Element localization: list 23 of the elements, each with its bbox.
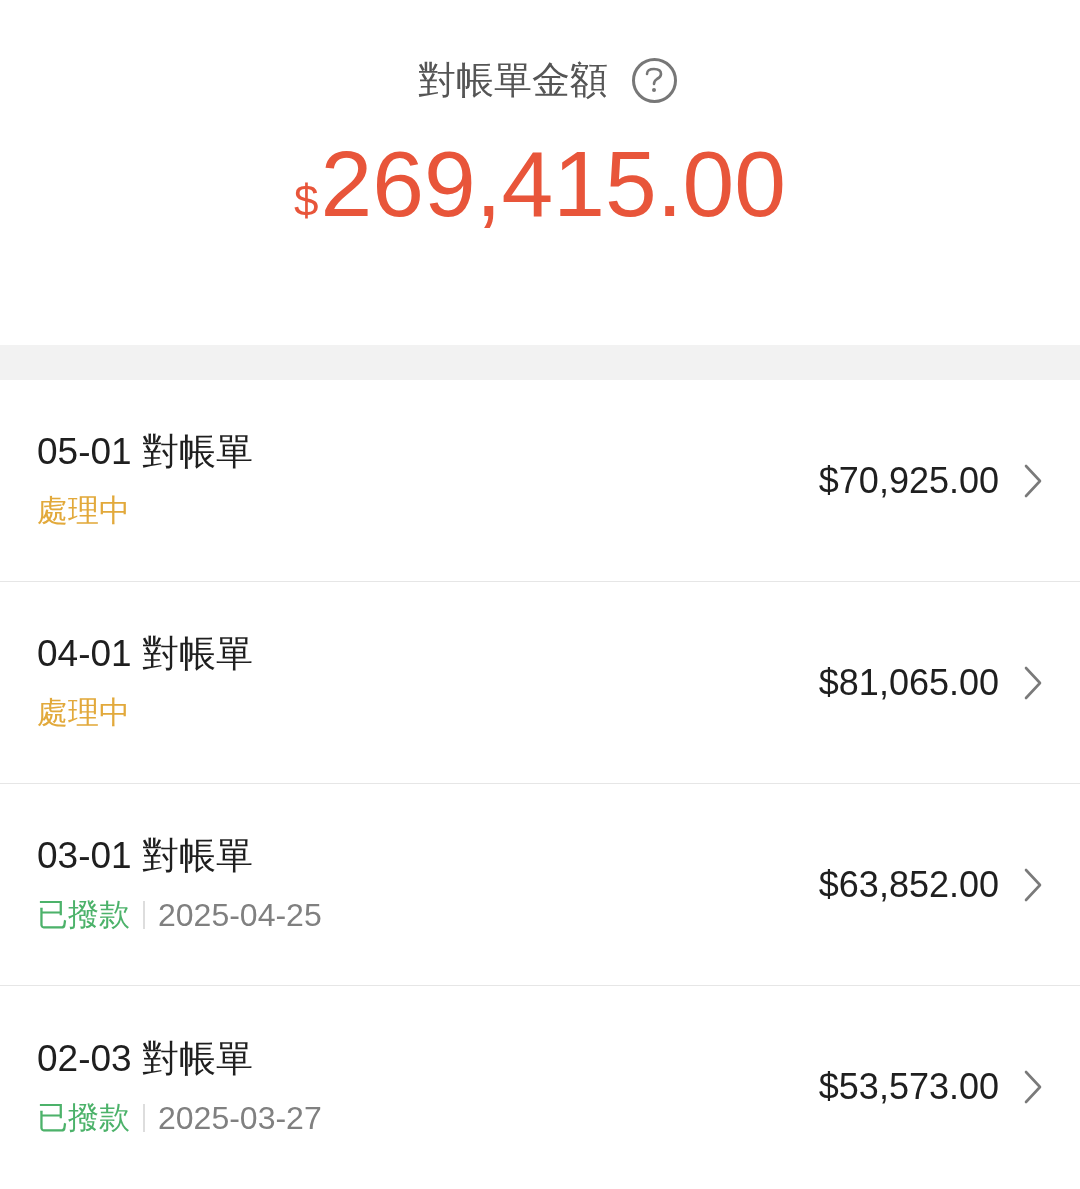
total-amount: 269,415.00 bbox=[320, 131, 786, 238]
status-label: 已撥款 bbox=[37, 896, 130, 934]
statement-amount: $53,573.00 bbox=[818, 1065, 999, 1109]
statement-title: 04-01 對帳單 bbox=[37, 632, 253, 676]
currency-symbol: $ bbox=[294, 179, 319, 223]
statement-amount: $63,852.00 bbox=[818, 862, 999, 907]
status-label: 處理中 bbox=[37, 694, 130, 732]
chevron-right-icon bbox=[1024, 665, 1042, 700]
statement-title: 02-03 對帳單 bbox=[37, 1036, 253, 1081]
chevron-right-icon bbox=[1024, 867, 1042, 902]
question-icon bbox=[645, 67, 663, 93]
chevron-right-icon bbox=[1024, 463, 1042, 498]
payout-date: 2025-03-27 bbox=[158, 1098, 322, 1138]
statement-title: 03-01 對帳單 bbox=[37, 834, 253, 878]
amount-title: 對帳單金額 bbox=[417, 58, 608, 103]
statement-title: 05-01 對帳單 bbox=[37, 430, 253, 474]
help-button[interactable] bbox=[631, 57, 677, 103]
payout-date: 2025-04-25 bbox=[158, 896, 322, 935]
status-label: 已撥款 bbox=[37, 1098, 130, 1137]
statement-amount: $81,065.00 bbox=[818, 660, 999, 705]
chevron-right-icon bbox=[1024, 1070, 1042, 1104]
statement-amount: $70,925.00 bbox=[818, 458, 999, 503]
status-label: 處理中 bbox=[37, 492, 130, 530]
